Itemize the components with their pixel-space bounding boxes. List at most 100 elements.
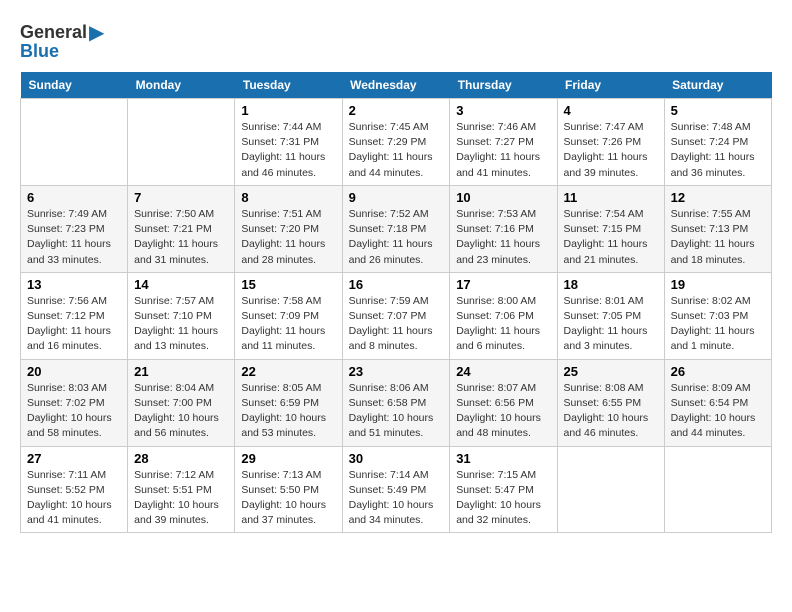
day-number: 18: [564, 277, 658, 292]
day-info: Sunrise: 7:14 AMSunset: 5:49 PMDaylight:…: [349, 468, 444, 529]
calendar-cell: [21, 99, 128, 186]
day-number: 12: [671, 190, 765, 205]
calendar-cell: 25 Sunrise: 8:08 AMSunset: 6:55 PMDayligh…: [557, 359, 664, 446]
day-info: Sunrise: 7:46 AMSunset: 7:27 PMDaylight:…: [456, 120, 550, 181]
calendar-week-3: 13 Sunrise: 7:56 AMSunset: 7:12 PMDayligh…: [21, 272, 772, 359]
day-number: 26: [671, 364, 765, 379]
day-number: 3: [456, 103, 550, 118]
calendar-cell: 1Sunrise: 7:44 AMSunset: 7:31 PMDaylight…: [235, 99, 342, 186]
day-info: Sunrise: 7:52 AMSunset: 7:18 PMDaylight:…: [349, 207, 444, 268]
calendar-cell: 6Sunrise: 7:49 AMSunset: 7:23 PMDaylight…: [21, 185, 128, 272]
calendar-cell: 21 Sunrise: 8:04 AMSunset: 7:00 PMDayligh…: [128, 359, 235, 446]
calendar-cell: [128, 99, 235, 186]
day-info: Sunrise: 8:06 AMSunset: 6:58 PMDaylight:…: [349, 381, 444, 442]
day-info: Sunrise: 8:05 AMSunset: 6:59 PMDaylight:…: [241, 381, 335, 442]
day-number: 13: [27, 277, 121, 292]
logo-general-text: General: [20, 22, 87, 43]
calendar-cell: 8Sunrise: 7:51 AMSunset: 7:20 PMDaylight…: [235, 185, 342, 272]
day-number: 10: [456, 190, 550, 205]
day-info: Sunrise: 7:54 AMSunset: 7:15 PMDaylight:…: [564, 207, 658, 268]
day-info: Sunrise: 8:04 AMSunset: 7:00 PMDaylight:…: [134, 381, 228, 442]
day-number: 19: [671, 277, 765, 292]
column-header-monday: Monday: [128, 72, 235, 99]
calendar-week-1: 1Sunrise: 7:44 AMSunset: 7:31 PMDaylight…: [21, 99, 772, 186]
column-header-thursday: Thursday: [450, 72, 557, 99]
calendar-cell: 31 Sunrise: 7:15 AMSunset: 5:47 PMDayligh…: [450, 446, 557, 533]
day-number: 30: [349, 451, 444, 466]
day-number: 31: [456, 451, 550, 466]
day-number: 4: [564, 103, 658, 118]
calendar-cell: 19 Sunrise: 8:02 AMSunset: 7:03 PMDayligh…: [664, 272, 771, 359]
calendar-cell: 27 Sunrise: 7:11 AMSunset: 5:52 PMDayligh…: [21, 446, 128, 533]
day-info: Sunrise: 7:50 AMSunset: 7:21 PMDaylight:…: [134, 207, 228, 268]
day-info: Sunrise: 7:12 AMSunset: 5:51 PMDaylight:…: [134, 468, 228, 529]
day-number: 9: [349, 190, 444, 205]
calendar-cell: 18 Sunrise: 8:01 AMSunset: 7:05 PMDayligh…: [557, 272, 664, 359]
day-number: 5: [671, 103, 765, 118]
day-info: Sunrise: 8:08 AMSunset: 6:55 PMDaylight:…: [564, 381, 658, 442]
day-number: 14: [134, 277, 228, 292]
day-info: Sunrise: 7:11 AMSunset: 5:52 PMDaylight:…: [27, 468, 121, 529]
day-info: Sunrise: 7:47 AMSunset: 7:26 PMDaylight:…: [564, 120, 658, 181]
day-number: 17: [456, 277, 550, 292]
day-info: Sunrise: 8:01 AMSunset: 7:05 PMDaylight:…: [564, 294, 658, 355]
calendar-table: SundayMondayTuesdayWednesdayThursdayFrid…: [20, 72, 772, 533]
day-number: 29: [241, 451, 335, 466]
column-header-friday: Friday: [557, 72, 664, 99]
day-number: 27: [27, 451, 121, 466]
calendar-cell: 7 Sunrise: 7:50 AMSunset: 7:21 PMDaylight…: [128, 185, 235, 272]
day-number: 6: [27, 190, 121, 205]
day-number: 7: [134, 190, 228, 205]
column-header-saturday: Saturday: [664, 72, 771, 99]
day-number: 2: [349, 103, 444, 118]
day-number: 20: [27, 364, 121, 379]
calendar-header-row: SundayMondayTuesdayWednesdayThursdayFrid…: [21, 72, 772, 99]
day-info: Sunrise: 8:03 AMSunset: 7:02 PMDaylight:…: [27, 381, 121, 442]
day-info: Sunrise: 8:09 AMSunset: 6:54 PMDaylight:…: [671, 381, 765, 442]
day-number: 15: [241, 277, 335, 292]
calendar-cell: 11Sunrise: 7:54 AMSunset: 7:15 PMDayligh…: [557, 185, 664, 272]
calendar-cell: 28 Sunrise: 7:12 AMSunset: 5:51 PMDayligh…: [128, 446, 235, 533]
day-number: 22: [241, 364, 335, 379]
calendar-cell: 2 Sunrise: 7:45 AMSunset: 7:29 PMDaylight…: [342, 99, 450, 186]
day-info: Sunrise: 7:48 AMSunset: 7:24 PMDaylight:…: [671, 120, 765, 181]
day-number: 1: [241, 103, 335, 118]
day-info: Sunrise: 8:00 AMSunset: 7:06 PMDaylight:…: [456, 294, 550, 355]
day-info: Sunrise: 7:53 AMSunset: 7:16 PMDaylight:…: [456, 207, 550, 268]
calendar-cell: 20 Sunrise: 8:03 AMSunset: 7:02 PMDayligh…: [21, 359, 128, 446]
day-info: Sunrise: 7:13 AMSunset: 5:50 PMDaylight:…: [241, 468, 335, 529]
day-info: Sunrise: 7:58 AMSunset: 7:09 PMDaylight:…: [241, 294, 335, 355]
logo-bird-icon: ▶: [89, 20, 104, 45]
calendar-cell: 16 Sunrise: 7:59 AMSunset: 7:07 PMDayligh…: [342, 272, 450, 359]
calendar-cell: 15 Sunrise: 7:58 AMSunset: 7:09 PMDayligh…: [235, 272, 342, 359]
column-header-wednesday: Wednesday: [342, 72, 450, 99]
calendar-cell: 17 Sunrise: 8:00 AMSunset: 7:06 PMDayligh…: [450, 272, 557, 359]
calendar-cell: 29 Sunrise: 7:13 AMSunset: 5:50 PMDayligh…: [235, 446, 342, 533]
column-header-tuesday: Tuesday: [235, 72, 342, 99]
day-number: 21: [134, 364, 228, 379]
calendar-cell: 30 Sunrise: 7:14 AMSunset: 5:49 PMDayligh…: [342, 446, 450, 533]
calendar-week-2: 6Sunrise: 7:49 AMSunset: 7:23 PMDaylight…: [21, 185, 772, 272]
logo-blue-text: Blue: [20, 41, 59, 62]
day-info: Sunrise: 7:59 AMSunset: 7:07 PMDaylight:…: [349, 294, 444, 355]
calendar-cell: 13 Sunrise: 7:56 AMSunset: 7:12 PMDayligh…: [21, 272, 128, 359]
calendar-cell: 26 Sunrise: 8:09 AMSunset: 6:54 PMDayligh…: [664, 359, 771, 446]
day-number: 25: [564, 364, 658, 379]
day-info: Sunrise: 7:15 AMSunset: 5:47 PMDaylight:…: [456, 468, 550, 529]
day-info: Sunrise: 7:51 AMSunset: 7:20 PMDaylight:…: [241, 207, 335, 268]
calendar-cell: 14 Sunrise: 7:57 AMSunset: 7:10 PMDayligh…: [128, 272, 235, 359]
day-number: 28: [134, 451, 228, 466]
calendar-cell: 24Sunrise: 8:07 AMSunset: 6:56 PMDayligh…: [450, 359, 557, 446]
day-info: Sunrise: 7:57 AMSunset: 7:10 PMDaylight:…: [134, 294, 228, 355]
day-info: Sunrise: 7:55 AMSunset: 7:13 PMDaylight:…: [671, 207, 765, 268]
day-number: 23: [349, 364, 444, 379]
column-header-sunday: Sunday: [21, 72, 128, 99]
calendar-cell: 23 Sunrise: 8:06 AMSunset: 6:58 PMDayligh…: [342, 359, 450, 446]
day-info: Sunrise: 7:45 AMSunset: 7:29 PMDaylight:…: [349, 120, 444, 181]
day-info: Sunrise: 8:07 AMSunset: 6:56 PMDaylight:…: [456, 381, 550, 442]
calendar-cell: 10 Sunrise: 7:53 AMSunset: 7:16 PMDayligh…: [450, 185, 557, 272]
day-info: Sunrise: 7:56 AMSunset: 7:12 PMDaylight:…: [27, 294, 121, 355]
day-number: 16: [349, 277, 444, 292]
calendar-week-4: 20 Sunrise: 8:03 AMSunset: 7:02 PMDayligh…: [21, 359, 772, 446]
day-info: Sunrise: 8:02 AMSunset: 7:03 PMDaylight:…: [671, 294, 765, 355]
